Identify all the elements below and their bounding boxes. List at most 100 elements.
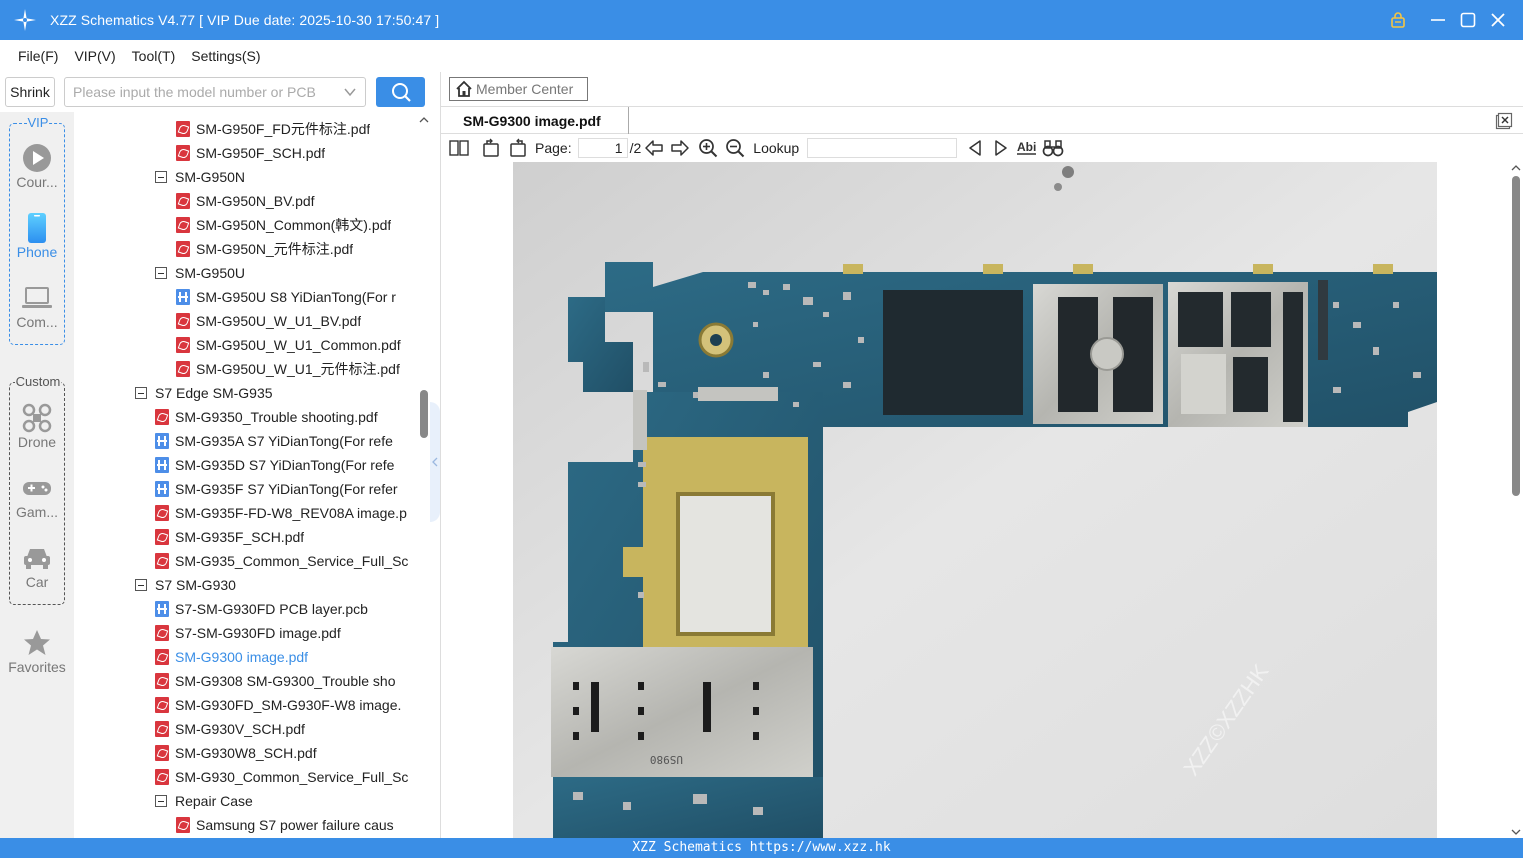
tree-item-label: SM-G930FD_SM-G930F-W8 image.	[175, 697, 402, 713]
rotate-left-icon[interactable]	[477, 134, 505, 162]
tree-file[interactable]: SM-G9350_Trouble shooting.pdf	[155, 405, 418, 429]
rail-item-label: Favorites	[8, 659, 66, 675]
minimize-button[interactable]	[1423, 0, 1453, 40]
shrink-button[interactable]: Shrink	[5, 77, 55, 107]
tree-folder[interactable]: SM-G950U	[155, 261, 418, 285]
tree-file[interactable]: SM-G935_Common_Service_Full_Sc	[155, 549, 418, 573]
tree-file[interactable]: SM-G9300 image.pdf	[155, 645, 418, 669]
file-tree: SM-G950F_FD元件标注.pdf SM-G950F_SCH.pdf SM-G9…	[74, 112, 418, 838]
rail-item-favorites[interactable]: Favorites	[0, 627, 74, 675]
tree-item-label: S7-SM-G930FD PCB layer.pcb	[175, 601, 368, 617]
tree-scrollbar[interactable]	[418, 112, 430, 838]
menu-vip[interactable]: VIP(V)	[74, 48, 115, 64]
rail-item-game[interactable]: Gam...	[0, 472, 74, 520]
tree-file[interactable]: SM-G930_Common_Service_Full_Sc	[155, 765, 418, 789]
pane-splitter[interactable]	[430, 72, 441, 838]
lookup-input[interactable]	[807, 138, 958, 158]
collapse-icon[interactable]	[155, 267, 167, 279]
tree-folder[interactable]: SM-G950N	[155, 165, 418, 189]
rail-item-phone[interactable]: Phone	[0, 212, 74, 260]
tree-file[interactable]: SM-G930W8_SCH.pdf	[155, 741, 418, 765]
play-circle-icon	[0, 142, 74, 174]
tree-file[interactable]: SM-G950N_BV.pdf	[176, 189, 418, 213]
menu-file[interactable]: File(F)	[18, 48, 58, 64]
tree-file[interactable]: SM-G930FD_SM-G930F-W8 image.	[155, 693, 418, 717]
menu-tool[interactable]: Tool(T)	[132, 48, 176, 64]
car-icon	[0, 542, 74, 574]
tree-file[interactable]: SM-G935F S7 YiDianTong(For refer	[155, 477, 418, 501]
collapse-icon[interactable]	[155, 171, 167, 183]
two-page-view-icon[interactable]	[441, 134, 477, 162]
tree-file[interactable]: Samsung S7 power failure caus	[176, 813, 418, 837]
tree-file[interactable]: SM-G950U_W_U1_Common.pdf	[176, 333, 418, 357]
document-pane: Member Center SM-G9300 image.pdf Page: 1…	[441, 72, 1523, 838]
pdf-viewer[interactable]: US980 XZZ©XZZHK	[441, 162, 1511, 838]
status-bar: XZZ Schematics https://www.xzz.hk	[0, 838, 1523, 858]
tree-file[interactable]: SM-G950U_W_U1_BV.pdf	[176, 309, 418, 333]
tree-file[interactable]: SM-G930V_SCH.pdf	[155, 717, 418, 741]
match-case-icon[interactable]: Abi	[1013, 134, 1041, 162]
close-button[interactable]	[1483, 0, 1513, 40]
page-number-input[interactable]: 1	[577, 138, 628, 158]
tree-folder[interactable]: Repair Case	[155, 789, 418, 813]
laptop-icon	[0, 282, 74, 314]
tree-file[interactable]: SM-G935D S7 YiDianTong(For refe	[155, 453, 418, 477]
tree-file[interactable]: SM-G950U S8 YiDianTong(For r	[176, 285, 418, 309]
maximize-button[interactable]	[1453, 0, 1483, 40]
search-row: Shrink	[0, 72, 440, 112]
tree-file[interactable]: SM-G950F_SCH.pdf	[176, 141, 418, 165]
tree-file[interactable]: S7-SM-G930FD PCB layer.pcb	[155, 597, 418, 621]
scroll-up-icon	[419, 117, 429, 123]
pdf-file-icon	[155, 553, 169, 569]
tree-file[interactable]: SM-G935A S7 YiDianTong(For refe	[155, 429, 418, 453]
pdf-file-icon	[155, 673, 169, 689]
menu-settings[interactable]: Settings(S)	[191, 48, 260, 64]
zoom-out-icon[interactable]	[723, 134, 747, 162]
tree-file[interactable]: SM-G950U_W_U1_元件标注.pdf	[176, 357, 418, 381]
tree-item-label: SM-G950U	[175, 265, 246, 281]
tree-item-label: SM-G950F_FD元件标注.pdf	[196, 121, 371, 137]
tree-file[interactable]: S7-SM-G930FD image.pdf	[155, 621, 418, 645]
tree-item-label: SM-G935D S7 YiDianTong(For refe	[175, 457, 395, 473]
close-tab-icon[interactable]	[1495, 112, 1513, 135]
search-input[interactable]	[65, 78, 325, 106]
tree-file[interactable]: SM-G9308 SM-G9300_Trouble sho	[155, 669, 418, 693]
lock-icon[interactable]	[1383, 0, 1413, 40]
tree-item-label: S7 Edge SM-G935	[155, 385, 273, 401]
find-next-icon[interactable]	[989, 134, 1013, 162]
tree-file[interactable]: SM-G935F_SCH.pdf	[155, 525, 418, 549]
category-rail: VIP Custom Cour... Phone Com... Drone Ga…	[0, 112, 74, 838]
binoculars-icon[interactable]	[1041, 134, 1065, 162]
tree-item-label: SM-G950N_元件标注.pdf	[196, 241, 354, 257]
viewer-scroll-thumb[interactable]	[1512, 176, 1520, 496]
collapse-icon[interactable]	[135, 579, 147, 591]
search-button[interactable]	[376, 77, 425, 107]
tree-file[interactable]: SM-G950F_FD元件标注.pdf	[176, 117, 418, 141]
zoom-in-icon[interactable]	[693, 134, 723, 162]
collapse-icon[interactable]	[155, 795, 167, 807]
collapse-pane-tab[interactable]	[430, 402, 440, 522]
tree-scroll-thumb[interactable]	[420, 390, 428, 438]
tree-folder[interactable]: S7 Edge SM-G935	[135, 381, 418, 405]
tree-folder[interactable]: S7 SM-G930	[135, 573, 418, 597]
member-center-button[interactable]: Member Center	[449, 77, 588, 101]
rotate-right-icon[interactable]	[505, 134, 531, 162]
tree-file[interactable]: SM-G935F-FD-W8_REV08A image.p	[155, 501, 418, 525]
collapse-icon[interactable]	[135, 387, 147, 399]
tree-item-label: SM-G935_Common_Service_Full_Sc	[175, 553, 409, 569]
next-page-icon[interactable]	[667, 134, 693, 162]
viewer-scrollbar[interactable]	[1509, 162, 1523, 838]
search-combobox[interactable]	[64, 77, 366, 107]
tree-file[interactable]: SM-G950N_元件标注.pdf	[176, 237, 418, 261]
prev-page-icon[interactable]	[641, 134, 667, 162]
chevron-down-icon[interactable]	[343, 85, 357, 104]
rail-item-car[interactable]: Car	[0, 542, 74, 590]
gamepad-icon	[0, 472, 74, 504]
rail-item-course[interactable]: Cour...	[0, 142, 74, 190]
tab-current-document[interactable]: SM-G9300 image.pdf	[449, 107, 629, 134]
find-prev-icon[interactable]	[961, 134, 989, 162]
rail-item-label: Com...	[16, 314, 58, 330]
rail-item-drone[interactable]: Drone	[0, 402, 74, 450]
rail-item-computer[interactable]: Com...	[0, 282, 74, 330]
tree-file[interactable]: SM-G950N_Common(韩文).pdf	[176, 213, 418, 237]
